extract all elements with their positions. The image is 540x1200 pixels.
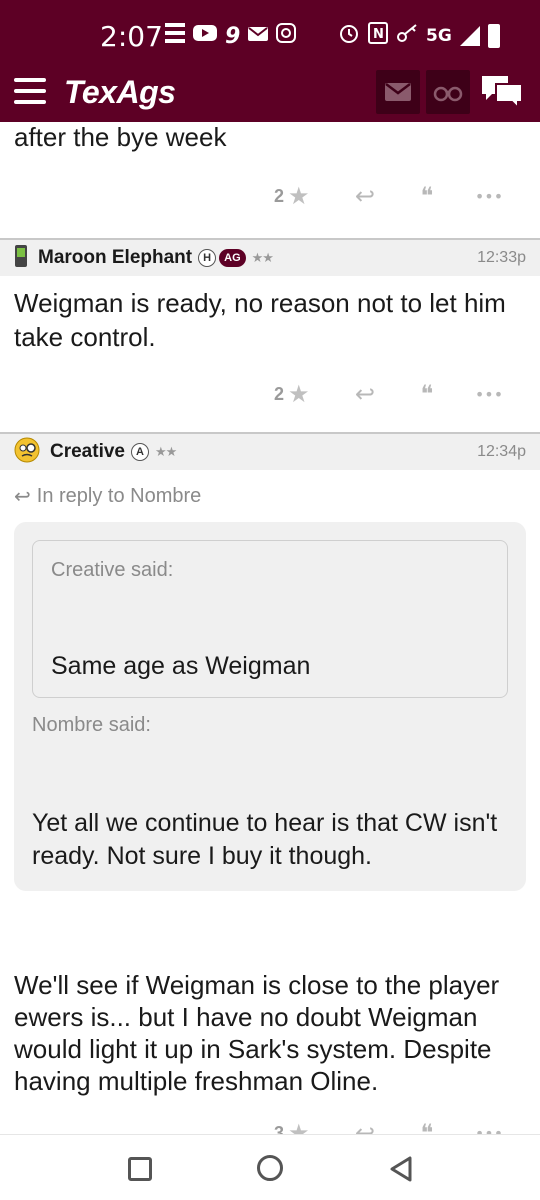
quote-icon[interactable]: ❝	[396, 380, 458, 408]
binoculars-icon	[433, 86, 463, 102]
post-actions: 2 ★ ↩ ❝ •••	[0, 372, 540, 416]
post: after the bye week 2 ★ ↩ ❝ •••	[0, 122, 540, 218]
post-body: Weigman is ready, no reason not to let h…	[14, 288, 506, 352]
youtube-icon	[193, 23, 217, 49]
signal-icon	[459, 25, 480, 46]
status-icons-left: 9	[165, 22, 297, 50]
badge-a: A	[131, 443, 149, 461]
phone-icon	[14, 244, 28, 273]
app-header: TexAgs	[0, 70, 540, 122]
like-count: 3	[274, 1122, 285, 1135]
post: Creative A ★★ 12:34p ↩ In reply to Nombr…	[0, 432, 540, 1134]
rank-stars: ★★	[251, 250, 274, 266]
like-count: 2	[274, 185, 285, 206]
key-icon	[396, 23, 418, 48]
more-icon[interactable]: •••	[458, 385, 520, 404]
quote-icon[interactable]: ❝	[396, 1119, 458, 1134]
quote-text: Same age as Weigman	[51, 652, 311, 680]
star-icon: ★	[288, 1119, 310, 1134]
post-body: We'll see if Weigman is close to the pla…	[14, 970, 500, 1096]
status-bar: 2:07 9 N 5G	[0, 0, 540, 70]
more-icon[interactable]: •••	[458, 1124, 520, 1135]
reply-icon[interactable]: ↩	[334, 182, 396, 210]
quote-author-label: Creative said:	[51, 559, 174, 581]
more-icon[interactable]: •••	[458, 187, 520, 206]
home-button[interactable]	[257, 1155, 283, 1181]
quote-icon[interactable]: ❝	[396, 182, 458, 210]
post-actions: 2 ★ ↩ ❝ •••	[0, 174, 540, 218]
chat-icon[interactable]	[480, 74, 524, 111]
network-label: 5G	[426, 25, 452, 46]
rank-stars: ★★	[155, 444, 177, 460]
instagram-icon	[276, 23, 297, 49]
mail-icon	[248, 24, 269, 49]
post-actions: 3 ★ ↩ ❝ •••	[0, 1111, 540, 1134]
back-button[interactable]	[388, 1155, 414, 1188]
star-icon: ★	[288, 182, 310, 210]
star-icon: ★	[288, 380, 310, 408]
like-button[interactable]: 3 ★	[274, 1119, 334, 1134]
post-time: 12:33p	[477, 249, 526, 266]
system-nav-bar	[0, 1134, 540, 1200]
post-header: Creative A ★★ 12:34p	[0, 432, 540, 470]
quote-block: Creative said: Same age as Weigman Nombr…	[14, 522, 526, 891]
status-time: 2:07	[100, 20, 163, 53]
recents-button[interactable]	[128, 1157, 152, 1181]
like-button[interactable]: 2 ★	[274, 380, 334, 408]
battery-icon	[487, 23, 500, 48]
notification-icon	[165, 22, 185, 50]
nested-quote-block: Creative said: Same age as Weigman	[32, 540, 508, 698]
post-body: after the bye week	[14, 122, 227, 152]
quote-text: Yet all we continue to hear is that CW i…	[32, 809, 498, 870]
like-count: 2	[274, 383, 285, 404]
alarm-icon	[338, 22, 360, 49]
back-icon	[390, 1156, 412, 1182]
post-author[interactable]: Creative	[50, 441, 125, 463]
post-author[interactable]: Maroon Elephant	[38, 247, 192, 269]
reply-to-text: In reply to Nombre	[36, 484, 202, 507]
reply-icon[interactable]: ↩	[334, 1119, 396, 1134]
quote-author-label: Nombre said:	[32, 714, 151, 736]
post-time: 12:34p	[477, 443, 526, 460]
menu-icon[interactable]	[14, 78, 48, 106]
reply-icon[interactable]: ↩	[334, 380, 396, 408]
badge-ag: AG	[219, 249, 246, 267]
site-logo[interactable]: TexAgs	[64, 74, 176, 111]
watchlist-button[interactable]	[426, 70, 470, 114]
post: Maroon Elephant H AG ★★ 12:33p Weigman i…	[0, 238, 540, 416]
like-button[interactable]: 2 ★	[274, 182, 334, 210]
status-icons-right: N 5G	[338, 22, 500, 49]
svg-text:N: N	[373, 27, 384, 42]
post-header: Maroon Elephant H AG ★★ 12:33p	[0, 238, 540, 276]
reply-arrow-icon: ↩	[14, 484, 31, 508]
avatar	[14, 437, 40, 468]
thread-content[interactable]: after the bye week 2 ★ ↩ ❝ ••• Maroon Ele…	[0, 122, 540, 1134]
mail-icon	[385, 83, 411, 101]
nfc-icon: N	[368, 22, 388, 49]
badge-h: H	[198, 249, 217, 267]
nine-icon: 9	[225, 23, 241, 49]
messages-button[interactable]	[376, 70, 420, 114]
reply-to-link[interactable]: ↩ In reply to Nombre	[0, 470, 540, 508]
